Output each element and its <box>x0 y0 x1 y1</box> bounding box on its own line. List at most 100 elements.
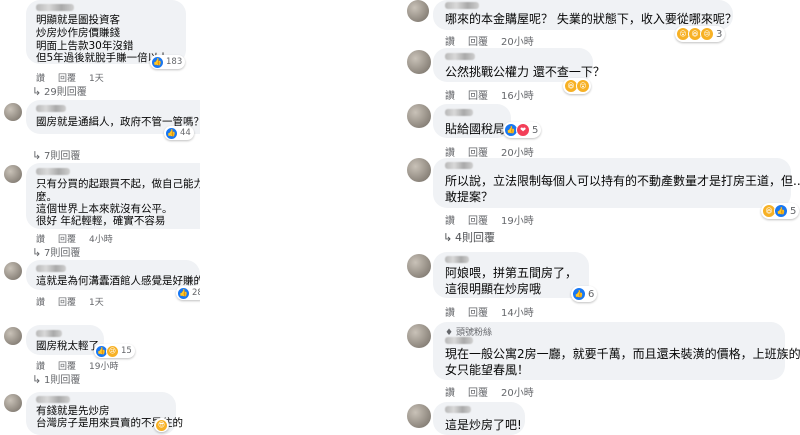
replies-count: 7則回覆 <box>44 248 81 259</box>
reaction-summary[interactable]: 👍 😢 15 <box>94 344 135 358</box>
commenter-name[interactable] <box>445 406 471 413</box>
reaction-summary[interactable]: 😎 <box>154 418 169 432</box>
reaction-count: 15 <box>121 346 132 356</box>
sad-reaction-icon: 😢 <box>106 344 119 358</box>
commenter-name[interactable] <box>36 105 66 112</box>
avatar[interactable] <box>407 0 429 22</box>
commenter-name[interactable] <box>36 168 70 175</box>
like-reaction-icon: 👍 <box>165 126 178 140</box>
avatar[interactable] <box>4 262 22 280</box>
comment: ♦ 頭號粉絲 現在一般公寓2房一廳，就要千萬，而且還未裝潢的價格，上班族的男 女… <box>407 322 800 399</box>
comment-timestamp[interactable]: 20小時 <box>501 388 534 399</box>
reply-link[interactable]: 回覆 <box>468 91 488 102</box>
reaction-summary[interactable]: 😮 😆 😢 3 <box>675 26 726 42</box>
comment-timestamp[interactable]: 4小時 <box>89 235 113 245</box>
view-replies[interactable]: ↳ 29則回覆 <box>32 83 87 98</box>
commenter-name[interactable] <box>36 330 62 337</box>
reaction-count: 3 <box>716 28 723 40</box>
comment-text: 哪來的本金購屋呢？ 失業的狀態下，收入要從哪來呢？ <box>445 12 737 26</box>
commenter-name[interactable] <box>445 109 473 116</box>
view-replies[interactable]: ↳ 1則回覆 <box>32 371 80 386</box>
comment-timestamp[interactable]: 20小時 <box>501 37 534 48</box>
cool-reaction-icon: 😎 <box>155 418 168 432</box>
reaction-summary[interactable]: 👍 44 <box>164 126 194 140</box>
comment-actions: 讚 回覆 1天 <box>36 295 117 308</box>
reply-arrow-icon: ↳ <box>32 85 42 98</box>
replies-count: 4則回覆 <box>455 231 495 244</box>
comment-text: 炒房炒作房價賺錢 <box>36 27 120 39</box>
replies-count: 7則回覆 <box>44 151 81 162</box>
reaction-count: 183 <box>166 57 183 67</box>
reply-link[interactable]: 回覆 <box>468 37 488 48</box>
comment-timestamp[interactable]: 1天 <box>89 74 104 84</box>
comment-actions: 讚 回覆 14小時 <box>445 304 547 319</box>
reply-link[interactable]: 回覆 <box>58 298 76 308</box>
comment: 國房稅太輕了 👍 😢 15 讚回覆 19小時 ↳ 1則回覆 <box>4 325 200 386</box>
commenter-name[interactable] <box>36 396 70 403</box>
avatar[interactable] <box>407 158 431 182</box>
comment-timestamp[interactable]: 19小時 <box>501 216 534 227</box>
view-replies[interactable]: ↳ 4則回覆 <box>443 229 495 245</box>
like-link[interactable]: 讚 <box>445 308 455 319</box>
reply-link[interactable]: 回覆 <box>468 216 488 227</box>
comment-text: 很好 年紀輕輕，確實不容易 <box>36 215 166 227</box>
comment-actions: 讚 回覆 20小時 <box>445 384 547 399</box>
reply-arrow-icon: ↳ <box>32 246 42 259</box>
like-link[interactable]: 讚 <box>445 91 455 102</box>
comment: 只有分買的起跟買不起，做自己能力範圍內的，負擔的起，買50間也沒有人有資格說什 … <box>4 163 200 259</box>
comment-actions: 讚回覆 20小時 <box>445 144 547 159</box>
comment-text: 這很明顯在炒房哦 <box>445 282 542 296</box>
like-link[interactable]: 讚 <box>445 216 455 227</box>
view-replies[interactable]: ↳ 7則回覆 <box>32 244 80 259</box>
reaction-count: 44 <box>180 128 191 138</box>
avatar[interactable] <box>4 327 22 345</box>
comment: 這是炒房了吧! <box>407 402 797 435</box>
reaction-count: 28 <box>192 288 200 298</box>
reaction-summary[interactable]: 👍 ❤ 5 <box>503 122 542 138</box>
replies-count: 29則回覆 <box>44 87 87 98</box>
view-replies[interactable]: ↳ 7則回覆 <box>32 147 80 162</box>
comment-text: 只有分買的起跟買不起，做自己能力範圍內的，負擔的起，買50間也沒有人有資格說什 <box>36 178 200 190</box>
like-reaction-icon: 👍 <box>572 287 586 301</box>
like-reaction-icon: 👍 <box>151 55 164 69</box>
avatar[interactable] <box>4 103 22 121</box>
commenter-name[interactable] <box>445 162 473 169</box>
reply-link[interactable]: 回覆 <box>468 388 488 399</box>
comment-actions: 讚 回覆 16小時 <box>445 87 547 102</box>
comment: 哪來的本金購屋呢？ 失業的狀態下，收入要從哪來呢？ 😮 😆 😢 3 讚 回覆 20小… <box>407 0 797 48</box>
comment-timestamp[interactable]: 19小時 <box>89 362 118 372</box>
like-link[interactable]: 讚 <box>445 388 455 399</box>
replies-count: 1則回覆 <box>44 375 81 386</box>
avatar[interactable] <box>407 404 431 428</box>
reaction-summary[interactable]: 😆 😮 <box>563 78 591 94</box>
comment-text: 但5年過後就脫手賺一倍以上 <box>36 52 169 64</box>
commenter-name[interactable] <box>36 265 66 272</box>
reaction-count: 5 <box>532 124 539 136</box>
commenter-name[interactable] <box>445 2 479 9</box>
comment-timestamp[interactable]: 14小時 <box>501 308 534 319</box>
sad-reaction-icon: 😢 <box>700 27 714 41</box>
reaction-summary[interactable]: 👍 183 <box>150 55 186 69</box>
reaction-summary[interactable]: 👍 6 <box>571 286 598 302</box>
like-link[interactable]: 讚 <box>36 298 45 308</box>
reaction-summary[interactable]: 😆 👍 5 <box>761 203 800 219</box>
commenter-name[interactable] <box>445 337 473 344</box>
comment: 所以說，立法限制每個人可以持有的不動產數量才是打房王道，但....誰 敢提案？ … <box>407 158 800 248</box>
reaction-summary[interactable]: 👍 28 <box>176 286 200 300</box>
commenter-name[interactable] <box>36 4 74 11</box>
avatar[interactable] <box>407 50 431 74</box>
comment: 這就是為何溝蠹酒館人感覺是好賺的行業 👍 28 讚 回覆 1天 <box>4 260 200 310</box>
comment: 國房就是通緝人，政府不管一管嗎？難忘了政府也是炒房黨 👍 44 ↳7則回覆 <box>4 100 200 162</box>
avatar[interactable] <box>4 165 22 183</box>
like-link[interactable]: 讚 <box>445 37 455 48</box>
commenter-name[interactable] <box>445 53 475 60</box>
avatar[interactable] <box>407 324 431 348</box>
comment-actions: 讚 回覆 20小時 <box>445 33 547 48</box>
avatar[interactable] <box>4 394 22 412</box>
reply-link[interactable]: 回覆 <box>468 308 488 319</box>
avatar[interactable] <box>407 254 431 278</box>
avatar[interactable] <box>407 104 431 128</box>
commenter-name[interactable] <box>445 256 469 263</box>
comment-timestamp[interactable]: 16小時 <box>501 91 534 102</box>
comment-timestamp[interactable]: 1天 <box>89 298 104 308</box>
